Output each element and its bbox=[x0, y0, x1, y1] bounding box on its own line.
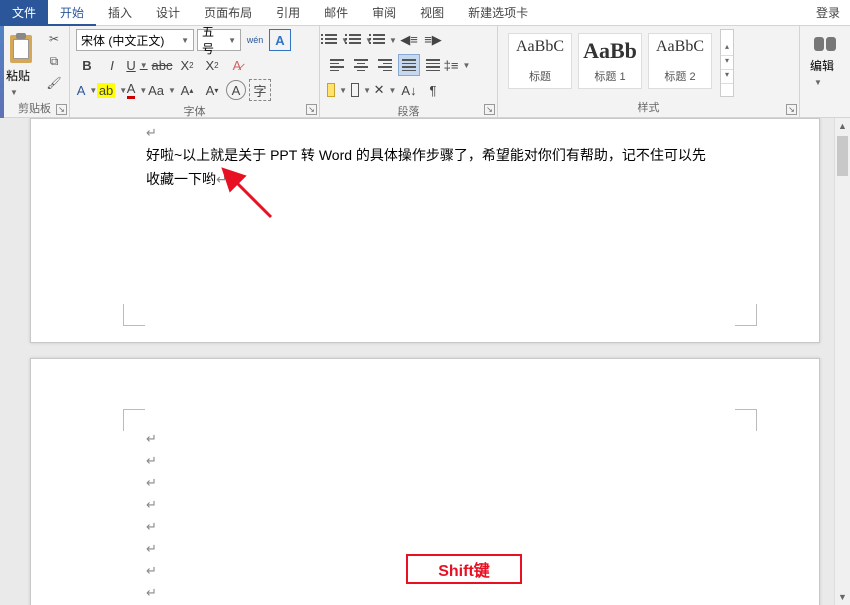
align-center-button[interactable] bbox=[350, 54, 372, 76]
ribbon: 粘贴▼ ✂ ⧉ 🖌 剪贴板 ↘ 宋体 (中文正文)▼ 五号▼ wén A bbox=[0, 26, 850, 118]
tab-review[interactable]: 审阅 bbox=[360, 0, 408, 26]
styles-more-button[interactable]: ▴▾▾ bbox=[720, 29, 734, 97]
underline-button[interactable]: U▼ bbox=[126, 54, 148, 76]
char-border-button[interactable]: A bbox=[269, 29, 291, 51]
font-color-button[interactable]: A▼ bbox=[126, 79, 148, 101]
clear-formatting-button[interactable]: A̷ bbox=[226, 54, 248, 76]
bold-button[interactable]: B bbox=[76, 54, 98, 76]
multilevel-button[interactable]: ▼ bbox=[374, 29, 396, 51]
login-link[interactable]: 登录 bbox=[816, 4, 840, 21]
paragraph-mark: ↵ bbox=[146, 475, 157, 491]
page-2[interactable]: ↵ ↵ ↵ ↵ ↵ ↵ ↵ ↵ ↵ Shift键 bbox=[30, 358, 820, 605]
document-area: ↵ 好啦~以上就是关于 PPT 转 Word 的具体操作步骤了，希望能对你们有帮… bbox=[0, 118, 834, 605]
highlight-button[interactable]: ab▼ bbox=[101, 79, 123, 101]
styles-dialog-launcher[interactable]: ↘ bbox=[786, 104, 797, 115]
tab-references[interactable]: 引用 bbox=[264, 0, 312, 26]
scroll-up-button[interactable]: ▲ bbox=[835, 118, 850, 134]
margin-corner-tl bbox=[123, 409, 145, 431]
style-item[interactable]: AaBbC标题 bbox=[508, 33, 572, 89]
subscript-button[interactable]: X2 bbox=[176, 54, 198, 76]
group-font: 宋体 (中文正文)▼ 五号▼ wén A B I U▼ abc X2 X2 A̷… bbox=[70, 26, 320, 117]
sort-button[interactable]: A↓ bbox=[398, 79, 420, 101]
paragraph-mark: ↵ bbox=[146, 563, 157, 579]
grow-font-button[interactable]: A▴ bbox=[176, 79, 198, 101]
paragraph-mark: ↵ bbox=[146, 541, 157, 557]
increase-indent-button[interactable]: ≡▶ bbox=[422, 29, 444, 51]
tab-design[interactable]: 设计 bbox=[144, 0, 192, 26]
phonetic-guide-button[interactable]: wén bbox=[244, 29, 266, 51]
group-paragraph: ▼ ▼ ▼ ◀≡ ≡▶ ‡≡▼ ▼ ▼ ✕▼ A↓ ¶ 段落 bbox=[320, 26, 498, 117]
group-styles: AaBbC标题AaBb标题 1AaBbC标题 2 ▴▾▾ 样式 ↘ bbox=[498, 26, 800, 117]
text-effects-button[interactable]: A▼ bbox=[76, 79, 98, 101]
superscript-button[interactable]: X2 bbox=[201, 54, 223, 76]
paragraph-mark: ↵ bbox=[146, 125, 157, 141]
tab-home[interactable]: 开始 bbox=[48, 0, 96, 26]
margin-corner-br bbox=[735, 304, 757, 326]
strikethrough-button[interactable]: abc bbox=[151, 54, 173, 76]
italic-button[interactable]: I bbox=[101, 54, 123, 76]
annotation-callout: Shift键 bbox=[406, 554, 522, 584]
shrink-font-button[interactable]: A▾ bbox=[201, 79, 223, 101]
group-editing: 编辑▼ bbox=[800, 26, 850, 117]
tab-insert[interactable]: 插入 bbox=[96, 0, 144, 26]
format-painter-button[interactable]: 🖌 bbox=[44, 73, 64, 93]
paragraph-dialog-launcher[interactable]: ↘ bbox=[484, 104, 495, 115]
change-case-button[interactable]: Aa▼ bbox=[151, 79, 173, 101]
snap-to-grid-button[interactable]: ✕▼ bbox=[374, 79, 396, 101]
tab-layout[interactable]: 页面布局 bbox=[192, 0, 264, 26]
group-editing-label bbox=[806, 101, 844, 117]
tab-mail[interactable]: 邮件 bbox=[312, 0, 360, 26]
align-right-button[interactable] bbox=[374, 54, 396, 76]
font-size-select[interactable]: 五号▼ bbox=[197, 29, 241, 51]
paragraph-mark: ↵ bbox=[146, 431, 157, 447]
paragraph-mark: ↵ bbox=[146, 585, 157, 601]
align-left-button[interactable] bbox=[326, 54, 348, 76]
paragraph-mark: ↵ bbox=[146, 519, 157, 535]
align-distributed-button[interactable] bbox=[422, 54, 444, 76]
ribbon-tabs: 文件 开始 插入 设计 页面布局 引用 邮件 审阅 视图 新建选项卡 登录 bbox=[0, 0, 850, 26]
margin-corner-tr bbox=[735, 409, 757, 431]
editing-label[interactable]: 编辑▼ bbox=[810, 57, 840, 88]
copy-button[interactable]: ⧉ bbox=[44, 51, 64, 71]
bullets-button[interactable]: ▼ bbox=[326, 29, 348, 51]
paste-icon[interactable] bbox=[6, 29, 36, 65]
numbering-button[interactable]: ▼ bbox=[350, 29, 372, 51]
paragraph-mark: ↵ bbox=[146, 453, 157, 469]
tab-file[interactable]: 文件 bbox=[0, 0, 48, 26]
line-spacing-button[interactable]: ‡≡▼ bbox=[446, 54, 468, 76]
scroll-down-button[interactable]: ▼ bbox=[835, 589, 850, 605]
tab-newtab[interactable]: 新建选项卡 bbox=[456, 0, 540, 26]
show-marks-button[interactable]: ¶ bbox=[422, 79, 444, 101]
style-item[interactable]: AaBbC标题 2 bbox=[648, 33, 712, 89]
font-dialog-launcher[interactable]: ↘ bbox=[306, 104, 317, 115]
find-icon[interactable] bbox=[812, 33, 838, 55]
group-clipboard-label: 剪贴板 bbox=[6, 98, 63, 118]
borders-button[interactable]: ▼ bbox=[350, 79, 372, 101]
paste-label[interactable]: 粘贴▼ bbox=[6, 67, 36, 98]
page-1[interactable]: ↵ 好啦~以上就是关于 PPT 转 Word 的具体操作步骤了，希望能对你们有帮… bbox=[30, 118, 820, 343]
annotation-arrow bbox=[226, 172, 276, 225]
clipboard-dialog-launcher[interactable]: ↘ bbox=[56, 104, 67, 115]
char-shading-button[interactable]: 字 bbox=[249, 79, 271, 101]
style-item[interactable]: AaBb标题 1 bbox=[578, 33, 642, 89]
align-justify-button[interactable] bbox=[398, 54, 420, 76]
decrease-indent-button[interactable]: ◀≡ bbox=[398, 29, 420, 51]
tab-view[interactable]: 视图 bbox=[408, 0, 456, 26]
shading-button[interactable]: ▼ bbox=[326, 79, 348, 101]
vertical-scrollbar[interactable]: ▲ ▼ bbox=[834, 118, 850, 605]
scroll-thumb[interactable] bbox=[837, 136, 848, 176]
cut-button[interactable]: ✂ bbox=[44, 29, 64, 49]
margin-corner-bl bbox=[123, 304, 145, 326]
styles-gallery[interactable]: AaBbC标题AaBb标题 1AaBbC标题 2 bbox=[504, 29, 716, 97]
font-name-select[interactable]: 宋体 (中文正文)▼ bbox=[76, 29, 194, 51]
group-styles-label: 样式 bbox=[504, 97, 793, 117]
paragraph-mark: ↵ bbox=[146, 497, 157, 513]
enclose-char-button[interactable]: A bbox=[226, 80, 246, 100]
group-clipboard: 粘贴▼ ✂ ⧉ 🖌 剪贴板 ↘ bbox=[0, 26, 70, 117]
